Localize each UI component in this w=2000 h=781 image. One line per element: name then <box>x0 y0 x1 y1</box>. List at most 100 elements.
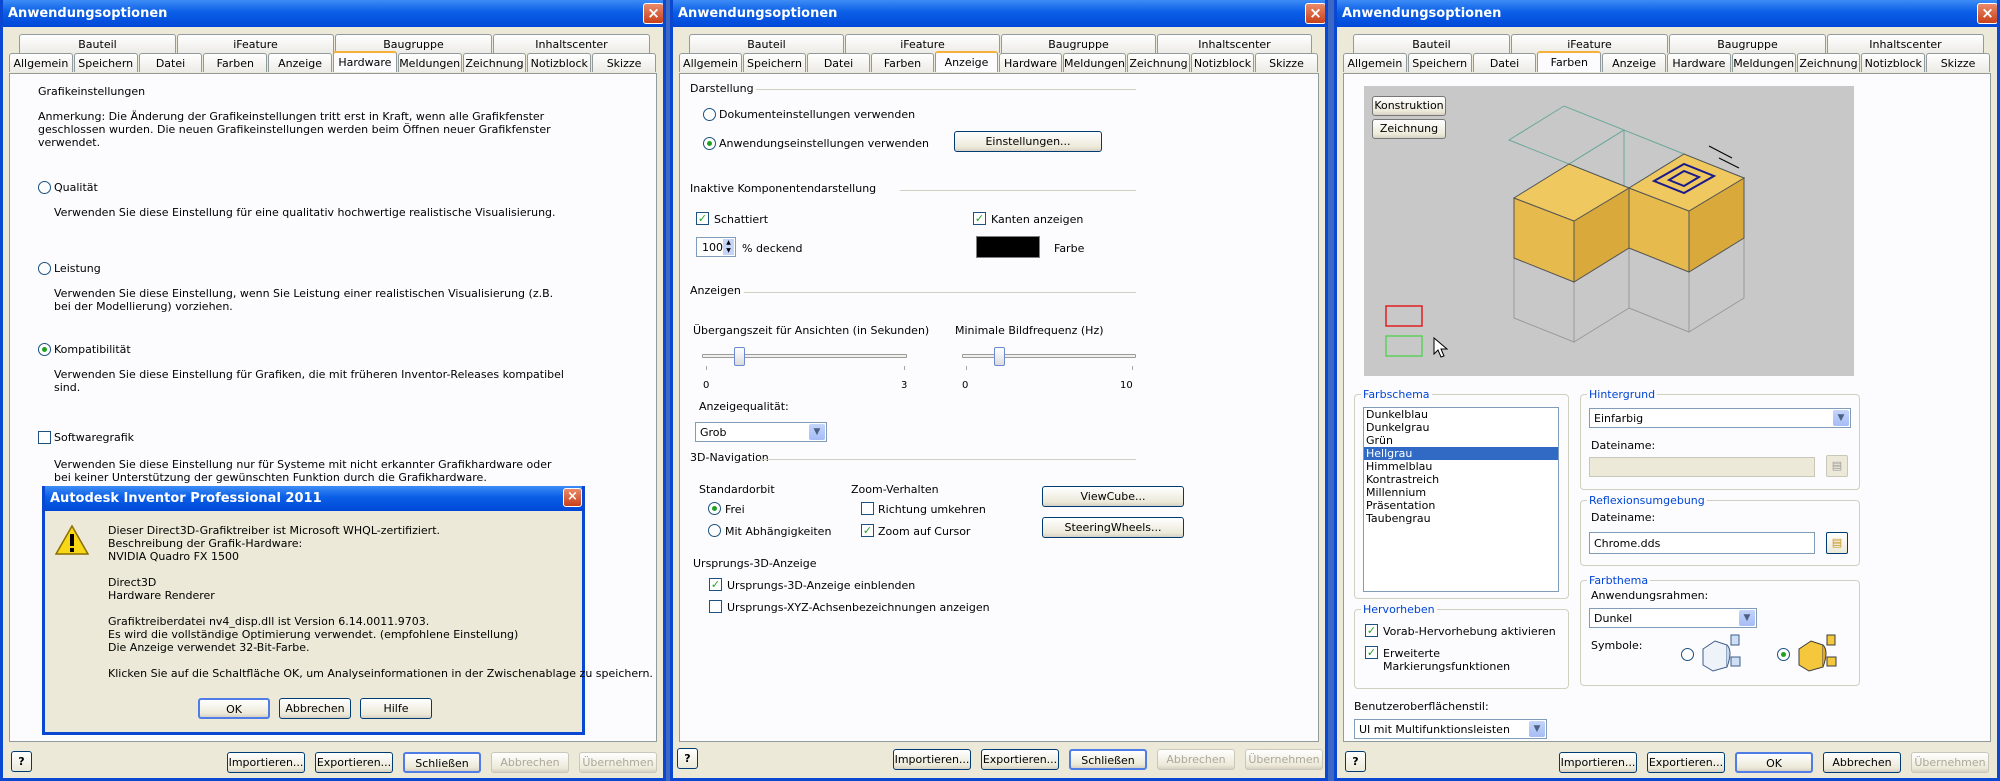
list-item[interactable]: Grün <box>1364 434 1558 447</box>
tab-speichern[interactable]: Speichern <box>743 53 806 72</box>
tab-skizze[interactable]: Skizze <box>1926 53 1990 72</box>
help-button[interactable]: ? <box>677 748 698 769</box>
origin-xyz-checkbox[interactable] <box>709 600 722 613</box>
close-icon[interactable]: × <box>1977 3 1997 24</box>
chevron-down-icon[interactable]: ▼ <box>1529 721 1545 737</box>
display-quality-combo[interactable]: Grob ▼ <box>695 422 827 442</box>
tab-hardware[interactable]: Hardware <box>332 51 397 72</box>
browse-folder-icon[interactable]: ▤ <box>1826 532 1848 554</box>
framerate-slider[interactable] <box>962 354 1136 358</box>
tab-bauteil[interactable]: Bauteil <box>19 34 176 53</box>
extended-selection-checkbox[interactable]: ✓ <box>1365 646 1378 659</box>
tab-datei[interactable]: Datei <box>1472 53 1537 72</box>
tab-inhaltscenter[interactable]: Inhaltscenter <box>1827 34 1984 53</box>
tab-hardware[interactable]: Hardware <box>1666 53 1731 72</box>
list-item[interactable]: Taubengrau <box>1364 512 1558 525</box>
quality-radio[interactable] <box>38 181 51 194</box>
tab-bauteil[interactable]: Bauteil <box>1353 34 1510 53</box>
transition-slider[interactable] <box>702 354 907 358</box>
background-combo[interactable]: Einfarbig ▼ <box>1589 408 1851 428</box>
title-bar[interactable]: Anwendungsoptionen <box>3 0 663 27</box>
apply-button[interactable]: Übernehmen <box>579 752 657 773</box>
tab-skizze[interactable]: Skizze <box>592 53 656 72</box>
close-icon[interactable]: × <box>643 3 663 24</box>
refl-filename-input[interactable]: Chrome.dds <box>1589 532 1815 554</box>
ok-button[interactable]: OK <box>1735 752 1813 773</box>
viewcube-button[interactable]: ViewCube... <box>1042 486 1184 507</box>
export-button[interactable]: Exportieren... <box>981 749 1059 770</box>
dialog-ok-button[interactable]: OK <box>198 698 270 719</box>
origin-show-checkbox[interactable]: ✓ <box>709 578 722 591</box>
list-item[interactable]: Himmelblau <box>1364 460 1558 473</box>
show-edges-checkbox[interactable]: ✓ <box>973 212 986 225</box>
cancel-button[interactable]: Abbrechen <box>1823 752 1901 773</box>
apply-button[interactable]: Übernehmen <box>1911 752 1989 773</box>
close-icon[interactable]: × <box>1305 3 1325 24</box>
tab-meldungen[interactable]: Meldungen <box>397 53 462 72</box>
chevron-down-icon[interactable]: ▼ <box>1739 610 1755 626</box>
tab-meldungen[interactable]: Meldungen <box>1731 53 1796 72</box>
cancel-button[interactable]: Abbrechen <box>491 752 569 773</box>
tab-zeichnung[interactable]: Zeichnung <box>1796 53 1861 72</box>
close-button[interactable]: Schließen <box>403 752 481 773</box>
help-button[interactable]: ? <box>11 751 32 772</box>
symbols-dark-radio[interactable] <box>1777 648 1790 661</box>
tab-zeichnung[interactable]: Zeichnung <box>1127 53 1190 72</box>
frame-combo[interactable]: Dunkel ▼ <box>1589 608 1757 628</box>
tab-notizblock[interactable]: Notizblock <box>1191 53 1254 72</box>
tab-datei[interactable]: Datei <box>807 53 870 72</box>
bg-filename-input[interactable] <box>1589 457 1815 477</box>
title-bar[interactable]: Anwendungsoptionen <box>1337 0 1997 27</box>
tab-baugruppe[interactable]: Baugruppe <box>1001 34 1156 53</box>
apply-button[interactable]: Übernehmen <box>1245 749 1323 770</box>
framerate-slider-thumb[interactable] <box>994 347 1006 366</box>
list-item[interactable]: Hellgrau <box>1364 447 1558 460</box>
tab-hardware[interactable]: Hardware <box>999 53 1062 72</box>
list-item[interactable]: Kontrastreich <box>1364 473 1558 486</box>
export-button[interactable]: Exportieren... <box>1647 752 1725 773</box>
compatibility-radio[interactable] <box>38 343 51 356</box>
export-button[interactable]: Exportieren... <box>315 752 393 773</box>
tab-farben[interactable]: Farben <box>1537 51 1602 72</box>
app-settings-radio[interactable] <box>703 137 716 150</box>
orbit-dependencies-radio[interactable] <box>708 524 721 537</box>
zoom-cursor-checkbox[interactable]: ✓ <box>861 524 874 537</box>
import-button[interactable]: Importieren... <box>1559 752 1637 773</box>
transition-slider-thumb[interactable] <box>733 347 745 366</box>
software-graphics-checkbox[interactable] <box>38 431 51 444</box>
list-item[interactable]: Dunkelblau <box>1364 408 1558 421</box>
cancel-button[interactable]: Abbrechen <box>1157 749 1235 770</box>
prehighlight-checkbox[interactable]: ✓ <box>1365 624 1378 637</box>
tab-speichern[interactable]: Speichern <box>73 53 138 72</box>
import-button[interactable]: Importieren... <box>893 749 971 770</box>
tab-anzeige[interactable]: Anzeige <box>1602 53 1666 72</box>
tab-meldungen[interactable]: Meldungen <box>1063 53 1126 72</box>
close-button[interactable]: Schließen <box>1069 749 1147 770</box>
tab-zeichnung[interactable]: Zeichnung <box>462 53 527 72</box>
dialog-title-bar[interactable]: Autodesk Inventor Professional 2011 <box>45 486 582 511</box>
spin-up-icon[interactable]: ▲ <box>723 239 734 247</box>
shaded-checkbox[interactable]: ✓ <box>696 212 709 225</box>
list-item[interactable]: Präsentation <box>1364 499 1558 512</box>
ui-style-combo[interactable]: UI mit Multifunktionsleisten ▼ <box>1354 719 1547 739</box>
steeringwheels-button[interactable]: SteeringWheels... <box>1042 517 1184 538</box>
performance-radio[interactable] <box>38 262 51 275</box>
list-item[interactable]: Dunkelgrau <box>1364 421 1558 434</box>
zoom-reverse-checkbox[interactable] <box>861 502 874 515</box>
tab-inhaltscenter[interactable]: Inhaltscenter <box>493 34 650 53</box>
tab-allgemein[interactable]: Allgemein <box>1343 53 1407 72</box>
dialog-cancel-button[interactable]: Abbrechen <box>279 698 351 719</box>
edge-color-swatch[interactable] <box>976 236 1040 258</box>
chevron-down-icon[interactable]: ▼ <box>809 424 825 440</box>
dialog-help-button[interactable]: Hilfe <box>360 698 432 719</box>
einstellungen-button[interactable]: Einstellungen... <box>954 131 1102 152</box>
orbit-free-radio[interactable] <box>708 502 721 515</box>
tab-farben[interactable]: Farben <box>871 53 934 72</box>
tab-notizblock[interactable]: Notizblock <box>1861 53 1926 72</box>
spin-down-icon[interactable]: ▼ <box>723 247 734 255</box>
tab-notizblock[interactable]: Notizblock <box>527 53 592 72</box>
chevron-down-icon[interactable]: ▼ <box>1833 410 1849 426</box>
tab-anzeige[interactable]: Anzeige <box>268 53 332 72</box>
color-scheme-list[interactable]: Dunkelblau Dunkelgrau Grün Hellgrau Himmelbl… <box>1363 407 1559 592</box>
doc-settings-radio[interactable] <box>703 108 716 121</box>
